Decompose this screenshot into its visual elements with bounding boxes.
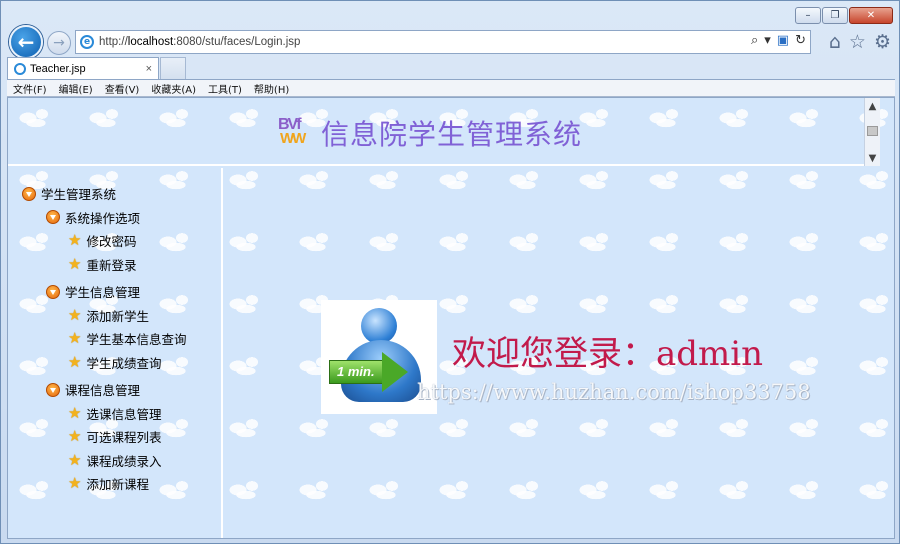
welcome-message: 欢迎您登录：admin bbox=[452, 334, 764, 374]
address-url[interactable]: http://localhost:8080/stu/faces/Login.js… bbox=[99, 36, 300, 48]
nav-tree: 学生管理系统 系统操作选项 ★ 修改密码 ★ 重新登录 学生信息管理 ★ 添加新… bbox=[22, 182, 186, 496]
tree-item-student-info-query[interactable]: ★ 学生基本信息查询 bbox=[22, 327, 186, 351]
star-icon: ★ bbox=[68, 403, 82, 422]
tree-item-add-student[interactable]: ★ 添加新学生 bbox=[22, 304, 186, 328]
tree-item-label: 学生基本信息查询 bbox=[86, 332, 187, 348]
expand-down-icon bbox=[46, 210, 60, 225]
person-head-shape bbox=[361, 308, 397, 344]
tree-group-system[interactable]: 系统操作选项 bbox=[22, 206, 186, 230]
tree-item-relogin[interactable]: ★ 重新登录 bbox=[22, 253, 186, 277]
refresh-icon[interactable]: ↻ bbox=[795, 33, 806, 48]
tree-group-course[interactable]: 课程信息管理 bbox=[22, 378, 186, 402]
navigation-bar: ← → e http://localhost:8080/stu/faces/Lo… bbox=[7, 25, 895, 59]
tree-item-label: 学生成绩查询 bbox=[86, 355, 162, 371]
tree-group-student[interactable]: 学生信息管理 bbox=[22, 280, 186, 304]
tree-item-add-course[interactable]: ★ 添加新课程 bbox=[22, 472, 186, 496]
menu-bar: 文件(F) 编辑(E) 查看(V) 收藏夹(A) 工具(T) 帮助(H) bbox=[7, 79, 895, 97]
tree-item-label: 选课信息管理 bbox=[86, 406, 162, 422]
site-header-frame: BVf WW 信息院学生管理系统 ▲ ▼ bbox=[8, 98, 880, 166]
address-bar[interactable]: e http://localhost:8080/stu/faces/Login.… bbox=[75, 30, 811, 54]
tab-strip: Teacher.jsp × bbox=[7, 57, 186, 79]
tree-group-label: 课程信息管理 bbox=[65, 383, 141, 399]
tab-close-icon[interactable]: × bbox=[146, 63, 152, 75]
minimize-button[interactable]: – bbox=[795, 7, 821, 24]
menu-edit[interactable]: 编辑(E) bbox=[59, 81, 93, 96]
tree-item-label: 添加新课程 bbox=[86, 477, 149, 493]
scroll-down-icon[interactable]: ▼ bbox=[865, 150, 880, 166]
tree-item-course-list[interactable]: ★ 可选课程列表 bbox=[22, 425, 186, 449]
gear-icon[interactable]: ⚙ bbox=[874, 31, 891, 53]
scroll-thumb[interactable] bbox=[867, 126, 878, 136]
menu-favorites[interactable]: 收藏夹(A) bbox=[151, 81, 196, 96]
back-button[interactable]: ← bbox=[9, 25, 43, 59]
star-icon: ★ bbox=[68, 450, 82, 469]
tree-item-label: 可选课程列表 bbox=[86, 430, 162, 446]
tab-teacher[interactable]: Teacher.jsp × bbox=[7, 57, 159, 79]
tree-item-label: 修改密码 bbox=[86, 234, 137, 250]
compat-view-icon[interactable]: ▣ bbox=[777, 33, 789, 48]
tree-group-label: 系统操作选项 bbox=[65, 210, 141, 226]
dropdown-icon[interactable]: ▾ bbox=[764, 33, 771, 48]
tree-item-change-password[interactable]: ★ 修改密码 bbox=[22, 229, 186, 253]
tree-item-label: 添加新学生 bbox=[86, 308, 149, 324]
arrow-label: 1 min. bbox=[337, 364, 375, 379]
expand-down-icon bbox=[46, 284, 60, 299]
window-caption-buttons: – ❐ ✕ bbox=[795, 7, 893, 24]
nav-tree-frame: 学生管理系统 系统操作选项 ★ 修改密码 ★ 重新登录 学生信息管理 ★ 添加新… bbox=[8, 168, 223, 538]
star-icon: ★ bbox=[68, 427, 82, 446]
arrow-icon: 1 min. bbox=[329, 352, 408, 392]
tree-root-label: 学生管理系统 bbox=[41, 187, 117, 203]
address-tools: ⌕ ▾ ▣ ↻ bbox=[751, 33, 806, 48]
star-icon: ★ bbox=[68, 474, 82, 493]
forward-icon: → bbox=[53, 35, 65, 51]
tree-item-course-selection[interactable]: ★ 选课信息管理 bbox=[22, 402, 186, 426]
page-content: BVf WW 信息院学生管理系统 ▲ ▼ 学生管理系统 系统操作选项 ★ 修改密… bbox=[7, 97, 895, 539]
star-icon: ★ bbox=[68, 231, 82, 250]
tree-item-score-query[interactable]: ★ 学生成绩查询 bbox=[22, 351, 186, 375]
forward-button[interactable]: → bbox=[47, 31, 71, 55]
ie-page-icon: e bbox=[80, 35, 94, 49]
site-title: 信息院学生管理系统 bbox=[321, 118, 583, 151]
restore-button[interactable]: ❐ bbox=[822, 7, 848, 24]
tree-item-label: 重新登录 bbox=[86, 257, 137, 273]
expand-down-icon bbox=[22, 186, 36, 201]
star-icon: ★ bbox=[68, 352, 82, 371]
tree-item-label: 课程成绩录入 bbox=[86, 453, 162, 469]
tree-item-score-entry[interactable]: ★ 课程成绩录入 bbox=[22, 449, 186, 473]
menu-tools[interactable]: 工具(T) bbox=[208, 81, 242, 96]
tree-group-label: 学生信息管理 bbox=[65, 285, 141, 301]
menu-help[interactable]: 帮助(H) bbox=[254, 81, 289, 96]
site-logo: BVf WW bbox=[278, 116, 318, 150]
logo-text-bottom: WW bbox=[280, 130, 306, 147]
home-icon[interactable]: ⌂ bbox=[829, 31, 841, 53]
star-icon: ★ bbox=[68, 329, 82, 348]
header-scrollbar[interactable]: ▲ ▼ bbox=[864, 98, 880, 166]
menu-file[interactable]: 文件(F) bbox=[13, 81, 47, 96]
ie-tab-icon bbox=[14, 62, 26, 75]
main-frame: 1 min. 欢迎您登录：admin https://www.huzhan.co… bbox=[225, 168, 894, 538]
back-icon: ← bbox=[17, 30, 35, 54]
new-tab-button[interactable] bbox=[160, 57, 186, 79]
star-icon: ★ bbox=[68, 254, 82, 273]
tree-root[interactable]: 学生管理系统 bbox=[22, 182, 186, 206]
tab-label: Teacher.jsp bbox=[30, 62, 86, 75]
menu-view[interactable]: 查看(V) bbox=[105, 81, 140, 96]
browser-toolbar-right: ⌂ ☆ ⚙ bbox=[829, 31, 891, 53]
favorites-star-icon[interactable]: ☆ bbox=[849, 31, 866, 53]
expand-down-icon bbox=[46, 382, 60, 397]
browser-window: – ❐ ✕ ← → e http://localhost:8080/stu/fa… bbox=[0, 0, 900, 544]
scroll-up-icon[interactable]: ▲ bbox=[865, 98, 880, 114]
watermark-text: https://www.huzhan.com/ishop33758 bbox=[417, 380, 811, 404]
search-icon[interactable]: ⌕ bbox=[751, 33, 758, 48]
close-window-button[interactable]: ✕ bbox=[849, 7, 893, 24]
star-icon: ★ bbox=[68, 305, 82, 324]
